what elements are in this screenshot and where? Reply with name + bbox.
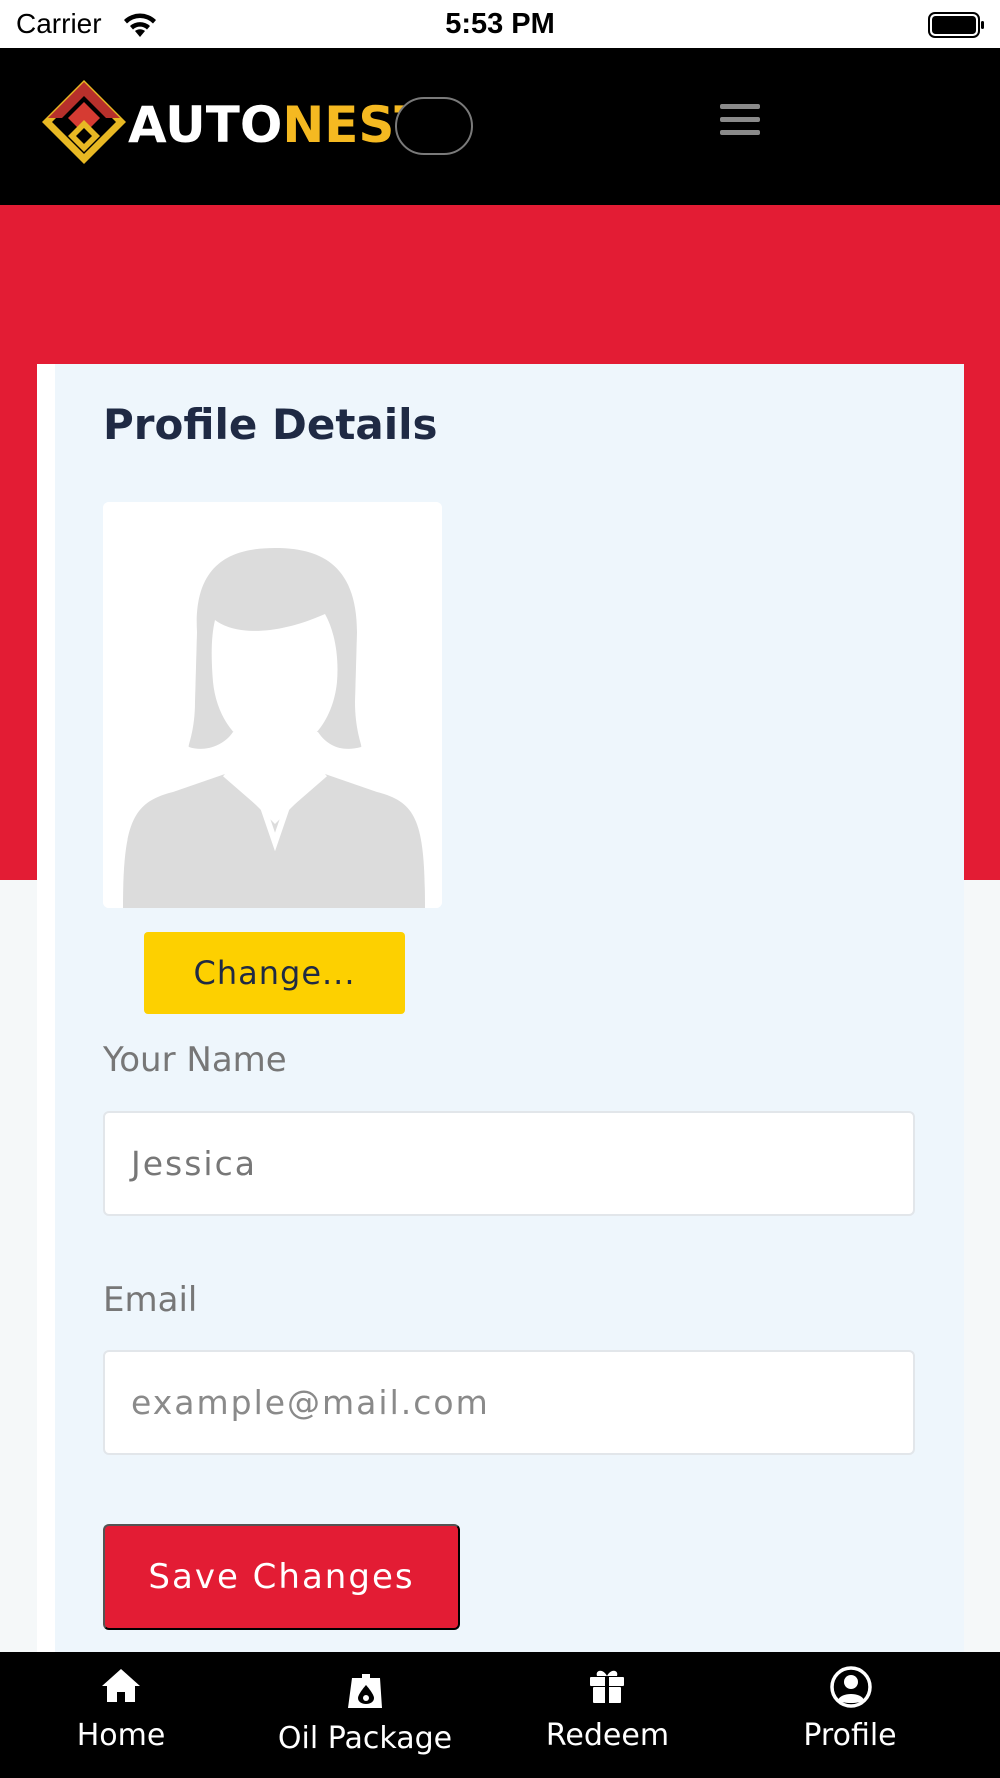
clock: 5:53 PM <box>445 8 555 40</box>
bottom-nav: Home Oil Package Redeem Profile <box>0 1652 1000 1778</box>
status-bar: Carrier 5:53 PM <box>0 0 1000 48</box>
brand-auto: AUTO <box>128 96 283 154</box>
oil-package-icon <box>348 1674 382 1708</box>
brand-name: AUTONEST <box>128 96 429 154</box>
nav-label-home: Home <box>76 1718 166 1753</box>
name-label: Your Name <box>103 1040 287 1080</box>
home-icon <box>102 1669 140 1702</box>
app-header: AUTONEST <box>0 48 1000 205</box>
save-changes-button[interactable]: Save Changes <box>103 1524 460 1630</box>
profile-icon <box>830 1666 872 1708</box>
autonest-logo-icon[interactable] <box>42 80 126 164</box>
change-photo-button[interactable]: Change... <box>144 932 405 1014</box>
gift-icon <box>590 1670 624 1703</box>
battery-icon <box>928 12 984 38</box>
avatar-placeholder-icon <box>103 502 442 908</box>
name-value: Jessica <box>131 1144 257 1183</box>
nav-label-profile: Profile <box>803 1718 897 1753</box>
page-title: Profile Details <box>103 400 438 449</box>
nav-item-profile[interactable]: Profile <box>790 1652 910 1778</box>
nav-item-redeem[interactable]: Redeem <box>530 1652 685 1778</box>
nav-label-oil-package: Oil Package <box>277 1721 453 1756</box>
email-field[interactable]: example@mail.com <box>103 1350 915 1455</box>
nav-item-home[interactable]: Home <box>50 1652 192 1778</box>
email-label: Email <box>103 1280 198 1320</box>
theme-toggle[interactable] <box>395 97 473 155</box>
hamburger-icon[interactable] <box>718 100 762 140</box>
name-field[interactable]: Jessica <box>103 1111 915 1216</box>
avatar <box>103 502 442 908</box>
email-placeholder: example@mail.com <box>131 1383 490 1422</box>
nav-label-redeem: Redeem <box>545 1718 670 1753</box>
nav-item-oil-package[interactable]: Oil Package <box>265 1652 465 1778</box>
